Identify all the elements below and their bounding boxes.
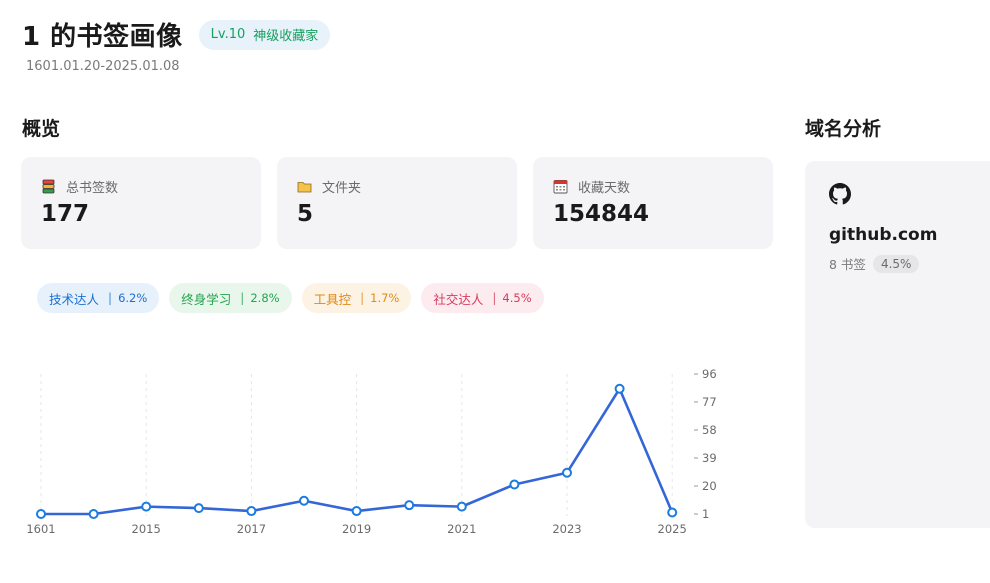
stat-value: 154844 (553, 201, 650, 227)
data-point[interactable] (667, 507, 678, 518)
stat-label: 文件夹 (322, 181, 362, 196)
tag-name: 技术达人 (49, 291, 100, 307)
y-tick-label: 39 (702, 451, 717, 465)
x-tick-label: 2021 (447, 522, 476, 536)
data-point[interactable] (509, 479, 520, 490)
data-point[interactable] (141, 501, 152, 512)
level-number: Lv.10 (210, 27, 246, 42)
stat-card-folders: 文件夹 5 (277, 157, 517, 249)
tag-separator: | (108, 291, 113, 305)
calendar-icon (553, 179, 568, 194)
data-point[interactable] (193, 503, 204, 514)
bookmark-stack-icon (41, 179, 56, 194)
x-tick-label: 2023 (552, 522, 581, 536)
y-tick-label: 77 (702, 395, 717, 409)
bookmark-trend-chart: 1601 2015 2017 2019 2021 2023 2025 96 77 58 39 20 1 (26, 367, 717, 536)
data-point[interactable] (562, 467, 572, 478)
data-point[interactable] (351, 506, 362, 517)
stat-label: 收藏天数 (578, 181, 631, 196)
data-point[interactable] (299, 495, 309, 506)
tag-tech-expert[interactable]: 技术达人 | 6.2% (37, 283, 160, 313)
folder-icon (297, 179, 312, 194)
y-tick-label: 58 (702, 423, 717, 437)
stat-value: 5 (297, 201, 314, 227)
x-tick-label: 2025 (658, 522, 687, 536)
data-point[interactable] (614, 383, 625, 394)
tag-separator: | (240, 291, 245, 305)
x-tick-label: 1601 (26, 522, 55, 536)
level-badge: Lv.10 神级收藏家 (198, 19, 331, 50)
overview-heading: 概览 (22, 118, 61, 140)
tag-separator: | (360, 291, 365, 305)
data-point[interactable] (404, 500, 415, 511)
x-tick-label: 2017 (237, 522, 266, 536)
persona-tags: 技术达人 | 6.2% 终身学习 | 2.8% 工具控 | 1.7% 社交达人 … (37, 283, 554, 313)
tag-percent: 4.5% (502, 291, 532, 305)
tag-name: 工具控 (313, 291, 352, 307)
level-title: 神级收藏家 (253, 29, 319, 44)
x-tick-label: 2019 (342, 522, 371, 536)
y-tick-label: 20 (702, 479, 717, 493)
x-tick-label: 2015 (132, 522, 161, 536)
tag-percent: 1.7% (370, 291, 400, 305)
tag-separator: | (492, 291, 497, 305)
stat-card-total-bookmarks: 总书签数 177 (21, 157, 261, 249)
tag-lifelong-learner[interactable]: 终身学习 | 2.8% (169, 283, 292, 313)
tag-name: 社交达人 (433, 291, 484, 307)
page-title: 1 的书签画像 (22, 22, 183, 52)
date-range: 1601.01.20-2025.01.08 (26, 59, 180, 74)
tag-name: 终身学习 (181, 291, 232, 307)
domain-card-github[interactable]: github.com 8 书签 4.5% (805, 161, 990, 528)
domain-analysis-heading: 域名分析 (805, 118, 882, 140)
data-point[interactable] (36, 509, 46, 519)
tag-percent: 6.2% (118, 291, 148, 305)
domain-name: github.com (829, 225, 938, 245)
tag-tool-fan[interactable]: 工具控 | 1.7% (301, 283, 412, 313)
data-point[interactable] (246, 506, 257, 517)
stat-label: 总书签数 (66, 181, 119, 196)
data-point[interactable] (88, 509, 99, 519)
y-tick-label: 1 (702, 507, 709, 521)
data-point[interactable] (456, 501, 467, 512)
domain-percent-badge: 4.5% (872, 254, 920, 273)
tag-percent: 2.8% (250, 291, 280, 305)
y-tick-label: 96 (702, 367, 717, 381)
stat-value: 177 (41, 201, 90, 227)
domain-bookmark-count: 8 书签 (829, 257, 866, 272)
tag-social-expert[interactable]: 社交达人 | 4.5% (421, 283, 544, 313)
stat-card-collection-days: 收藏天数 154844 (533, 157, 773, 249)
github-icon (829, 183, 851, 205)
page-header: 1 的书签画像 Lv.10 神级收藏家 (22, 16, 331, 53)
